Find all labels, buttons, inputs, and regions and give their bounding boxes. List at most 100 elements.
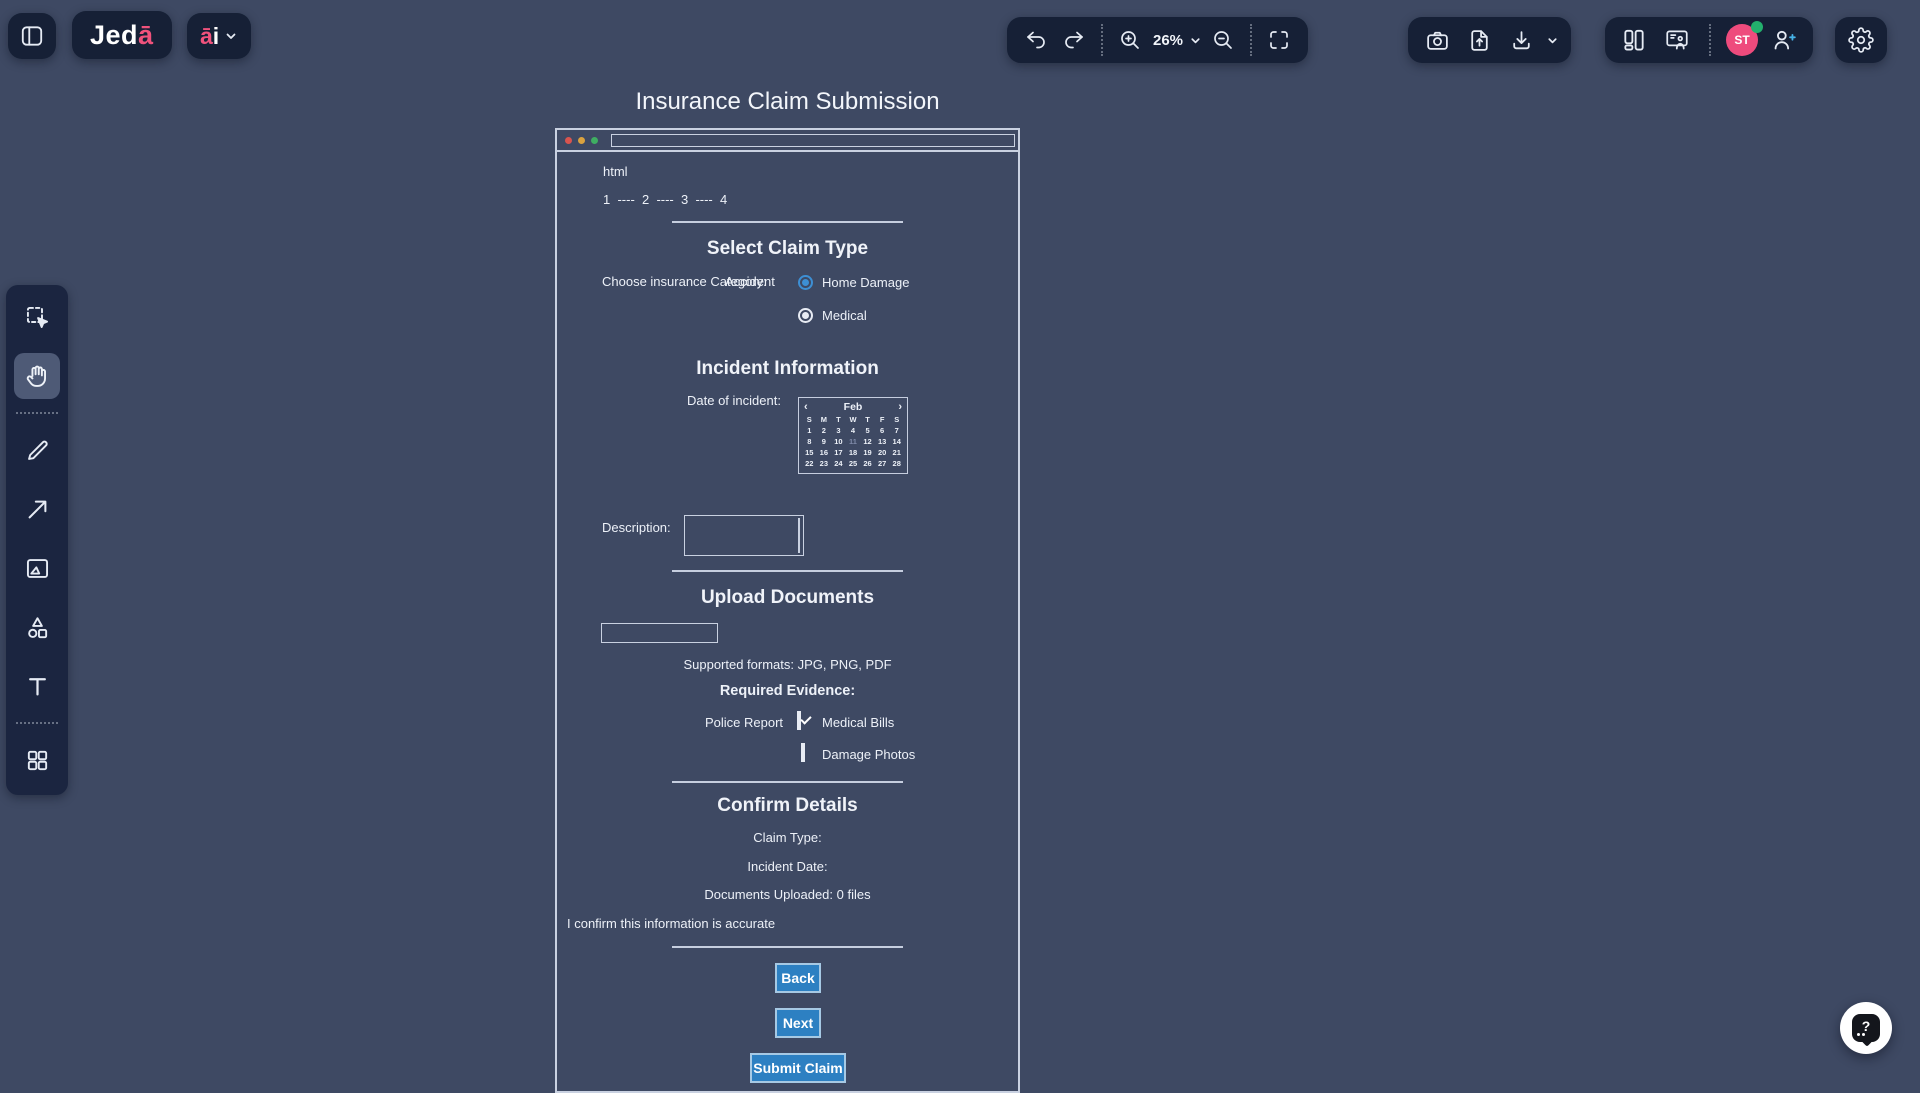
screenshot-button[interactable]: [1420, 22, 1454, 58]
calendar-day[interactable]: 19: [860, 447, 875, 458]
toolbar-divider: [1250, 24, 1252, 56]
ai-menu-button[interactable]: āi: [187, 13, 251, 59]
browser-chrome: [557, 130, 1018, 152]
next-button[interactable]: Next: [775, 1008, 821, 1038]
tool-shapes[interactable]: [14, 604, 60, 650]
radio-icon[interactable]: [798, 308, 813, 323]
download-button[interactable]: [1504, 22, 1538, 58]
import-file-button[interactable]: [1462, 22, 1496, 58]
browser-mockup[interactable]: html 1 ---- 2 ---- 3 ---- 4 Select Claim…: [555, 128, 1020, 1093]
calendar-day[interactable]: 20: [875, 447, 890, 458]
chevron-down-icon: [224, 29, 238, 43]
calendar-day[interactable]: 27: [875, 458, 890, 469]
submit-claim-button[interactable]: Submit Claim: [750, 1053, 846, 1083]
toolbar-workspace-group: ST: [1605, 17, 1813, 63]
avatar[interactable]: ST: [1726, 24, 1758, 56]
calendar-day[interactable]: 11: [846, 436, 861, 447]
undo-button[interactable]: [1019, 22, 1053, 58]
hand-icon: [24, 363, 51, 390]
radio-selected-icon[interactable]: [798, 275, 813, 290]
calendar-day[interactable]: 18: [846, 447, 861, 458]
calendar-day[interactable]: 28: [889, 458, 904, 469]
radio-option-medical[interactable]: Medical: [798, 305, 867, 325]
tool-arrow[interactable]: [14, 486, 60, 532]
calendar-day[interactable]: 4: [846, 425, 861, 436]
gear-icon: [1848, 27, 1874, 53]
present-button[interactable]: [1660, 22, 1694, 58]
checkbox-damage-photos[interactable]: [801, 743, 805, 762]
invite-user-icon: [1771, 27, 1797, 53]
calendar-day[interactable]: 8: [802, 436, 817, 447]
calendar-day[interactable]: 13: [875, 436, 890, 447]
tool-templates[interactable]: [14, 737, 60, 783]
calendar-day[interactable]: 2: [817, 425, 832, 436]
file-upload-input[interactable]: [601, 623, 718, 643]
calendar-day-header: S: [802, 414, 817, 425]
calendar-day[interactable]: 23: [817, 458, 832, 469]
calendar-day[interactable]: 9: [817, 436, 832, 447]
redo-button[interactable]: [1057, 22, 1091, 58]
checkbox-medical-bills[interactable]: [797, 711, 801, 730]
calendar-day[interactable]: 14: [889, 436, 904, 447]
calendar-day[interactable]: 15: [802, 447, 817, 458]
boards-button[interactable]: [1617, 22, 1651, 58]
tool-text[interactable]: [14, 663, 60, 709]
upload-heading: Upload Documents: [557, 587, 1018, 609]
calendar-day[interactable]: 10: [831, 436, 846, 447]
text-icon: [24, 673, 51, 700]
mockup-page-content: html 1 ---- 2 ---- 3 ---- 4 Select Claim…: [557, 152, 1018, 1089]
sidebar-toggle-button[interactable]: [8, 13, 56, 59]
invite-user-button[interactable]: [1767, 22, 1801, 58]
calendar-day[interactable]: 26: [860, 458, 875, 469]
calendar-day[interactable]: 21: [889, 447, 904, 458]
calendar-day[interactable]: 24: [831, 458, 846, 469]
zoom-out-button[interactable]: [1206, 22, 1240, 58]
zoom-chevron-down-icon[interactable]: [1189, 34, 1202, 47]
settings-button[interactable]: [1835, 17, 1887, 63]
select-icon: [24, 304, 51, 331]
toolbar-export-group: [1408, 17, 1571, 63]
tool-hand[interactable]: [14, 353, 60, 399]
calendar-day-headers: SMTWTFS: [802, 414, 904, 425]
tool-image[interactable]: [14, 545, 60, 591]
back-button[interactable]: Back: [775, 963, 821, 993]
calendar-day[interactable]: 25: [846, 458, 861, 469]
calendar-day[interactable]: 7: [889, 425, 904, 436]
zoom-in-button[interactable]: [1113, 22, 1147, 58]
upload-file-icon: [1467, 28, 1492, 53]
step-indicator: 1 ---- 2 ---- 3 ---- 4: [603, 192, 727, 207]
fit-screen-button[interactable]: [1262, 22, 1296, 58]
calendar-day[interactable]: 22: [802, 458, 817, 469]
calendar-day[interactable]: 6: [875, 425, 890, 436]
shapes-icon: [24, 614, 51, 641]
required-evidence-heading: Required Evidence:: [557, 683, 1018, 699]
app-logo[interactable]: Jedā: [72, 11, 172, 59]
download-chevron-down-icon[interactable]: [1546, 34, 1559, 47]
calendar-day[interactable]: 3: [831, 425, 846, 436]
help-button[interactable]: ?: [1840, 1002, 1892, 1054]
overlapping-option-label: Accident: [725, 274, 775, 289]
calendar-day[interactable]: 17: [831, 447, 846, 458]
calendar-day[interactable]: 1: [802, 425, 817, 436]
radio-option-home-damage[interactable]: Home Damage: [798, 272, 909, 292]
calendar-day[interactable]: 16: [817, 447, 832, 458]
calendar-day[interactable]: 5: [860, 425, 875, 436]
calendar-day-header: M: [817, 414, 832, 425]
calendar-day-header: T: [860, 414, 875, 425]
fullscreen-icon: [1267, 28, 1291, 52]
calendar-prev-icon[interactable]: ‹: [804, 401, 808, 413]
calendar-day[interactable]: 12: [860, 436, 875, 447]
date-picker-calendar[interactable]: ‹ Feb › SMTWTFS 123456789101112131415161…: [798, 397, 908, 474]
calendar-header: ‹ Feb ›: [802, 399, 904, 414]
url-bar[interactable]: [611, 134, 1015, 147]
description-textarea[interactable]: [684, 515, 804, 556]
canvas-object-title[interactable]: Insurance Claim Submission: [555, 88, 1020, 116]
redo-icon: [1062, 28, 1086, 52]
tool-pen[interactable]: [14, 427, 60, 473]
camera-icon: [1425, 28, 1450, 53]
question-mark-glyph: ?: [1862, 1018, 1871, 1034]
zoom-level-value[interactable]: 26%: [1153, 32, 1183, 49]
calendar-next-icon[interactable]: ›: [898, 401, 902, 413]
tool-select[interactable]: [14, 294, 60, 340]
supported-formats-note: Supported formats: JPG, PNG, PDF: [557, 657, 1018, 672]
